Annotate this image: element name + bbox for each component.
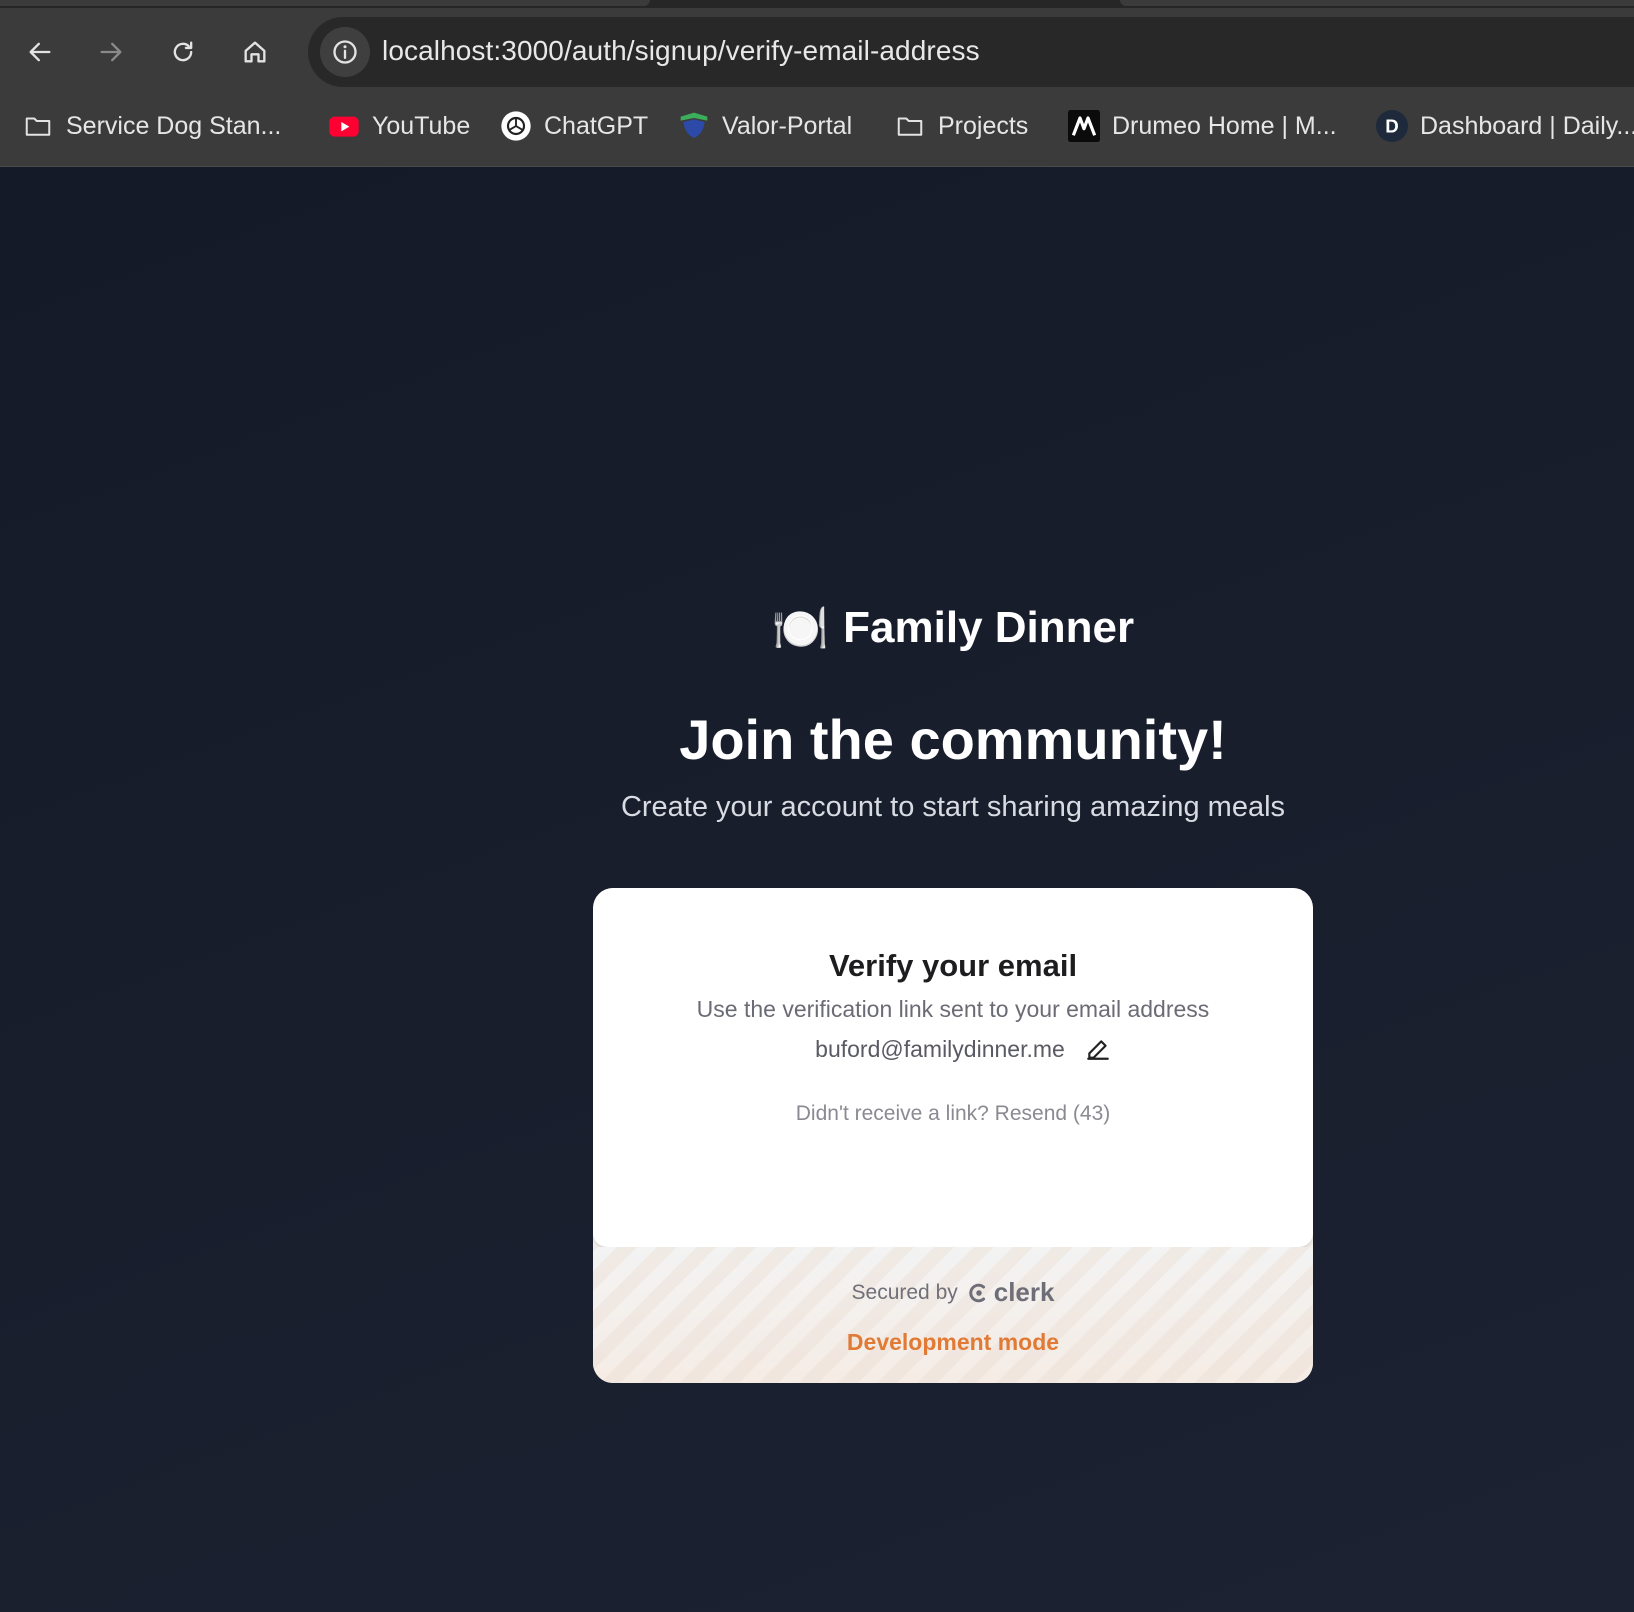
bookmarks-bar: Service Dog Stan... YouTube ChatGPT Valo… xyxy=(0,100,1634,152)
folder-icon xyxy=(894,110,926,142)
page-content: 🍽️ Family Dinner Join the community! Cre… xyxy=(0,167,1634,1612)
email-row: buford@familydinner.me xyxy=(593,1034,1313,1064)
active-tab-edge[interactable] xyxy=(0,0,650,6)
valor-shield-icon xyxy=(678,110,710,142)
tab-edge[interactable] xyxy=(1120,0,1634,6)
email-address: buford@familydinner.me xyxy=(815,1035,1065,1062)
clerk-logo[interactable]: clerk xyxy=(968,1277,1055,1308)
card-description: Use the verification link sent to your e… xyxy=(696,996,1210,1022)
plate-cutlery-icon: 🍽️ xyxy=(771,602,830,654)
resend-link[interactable]: Didn't receive a link? Resend (43) xyxy=(593,1102,1313,1126)
card-body: Verify your email Use the verification l… xyxy=(593,888,1313,1247)
back-button[interactable] xyxy=(18,30,62,74)
home-button[interactable] xyxy=(233,30,277,74)
clerk-wordmark: clerk xyxy=(993,1277,1055,1307)
home-icon xyxy=(244,41,266,63)
bookmark-service-dog[interactable]: Service Dog Stan... xyxy=(22,108,281,144)
bookmark-label: Service Dog Stan... xyxy=(66,111,282,140)
bookmark-drumeo[interactable]: Drumeo Home | M... xyxy=(1068,108,1337,144)
card-footer: Secured by clerk Development mode xyxy=(593,1247,1313,1383)
bookmark-label: ChatGPT xyxy=(544,111,649,140)
bookmark-label: Drumeo Home | M... xyxy=(1112,111,1337,140)
bookmark-projects[interactable]: Projects xyxy=(894,108,1028,144)
reload-button[interactable] xyxy=(161,30,205,74)
bookmark-label: Valor-Portal xyxy=(722,111,853,140)
address-bar[interactable]: localhost:3000/auth/signup/verify-email-… xyxy=(308,17,1634,87)
page-title: Join the community! xyxy=(679,708,1227,771)
verify-email-card: Verify your email Use the verification l… xyxy=(593,888,1313,1383)
url-text[interactable]: localhost:3000/auth/signup/verify-email-… xyxy=(382,35,980,67)
tab-strip xyxy=(0,0,1634,8)
bookmark-dashboard[interactable]: D Dashboard | Daily... xyxy=(1376,108,1634,144)
site-info-button[interactable] xyxy=(320,27,370,77)
chatgpt-icon xyxy=(500,110,532,142)
edit-email-button[interactable] xyxy=(1083,1034,1113,1064)
drumeo-icon xyxy=(1068,110,1100,142)
pencil-icon xyxy=(1086,1040,1109,1060)
forward-arrow-icon xyxy=(100,42,122,62)
card-title: Verify your email xyxy=(828,948,1078,983)
bookmark-label: Projects xyxy=(938,111,1029,140)
bookmark-valor-portal[interactable]: Valor-Portal xyxy=(678,108,852,144)
reload-icon xyxy=(173,41,193,62)
bookmark-label: YouTube xyxy=(372,111,471,140)
clerk-logo-icon xyxy=(969,1283,985,1302)
d-letter-text: D xyxy=(1385,116,1398,137)
secured-by: Secured by clerk xyxy=(593,1277,1313,1308)
brand: 🍽️ Family Dinner xyxy=(0,603,1634,653)
d-letter-icon: D xyxy=(1376,110,1408,142)
page-subtitle: Create your account to start sharing ama… xyxy=(620,791,1286,823)
bookmark-label: Dashboard | Daily... xyxy=(1420,111,1634,140)
brand-name: Family Dinner xyxy=(843,603,1135,652)
bookmark-chatgpt[interactable]: ChatGPT xyxy=(500,108,648,144)
browser-chrome: localhost:3000/auth/signup/verify-email-… xyxy=(0,0,1634,167)
development-mode-badge: Development mode xyxy=(846,1329,1060,1355)
bookmark-youtube[interactable]: YouTube xyxy=(328,108,470,144)
secured-by-label: Secured by xyxy=(851,1280,958,1304)
back-arrow-icon xyxy=(29,42,51,62)
youtube-icon xyxy=(328,110,360,142)
info-icon xyxy=(333,40,357,64)
forward-button[interactable] xyxy=(89,30,133,74)
folder-icon xyxy=(22,110,54,142)
